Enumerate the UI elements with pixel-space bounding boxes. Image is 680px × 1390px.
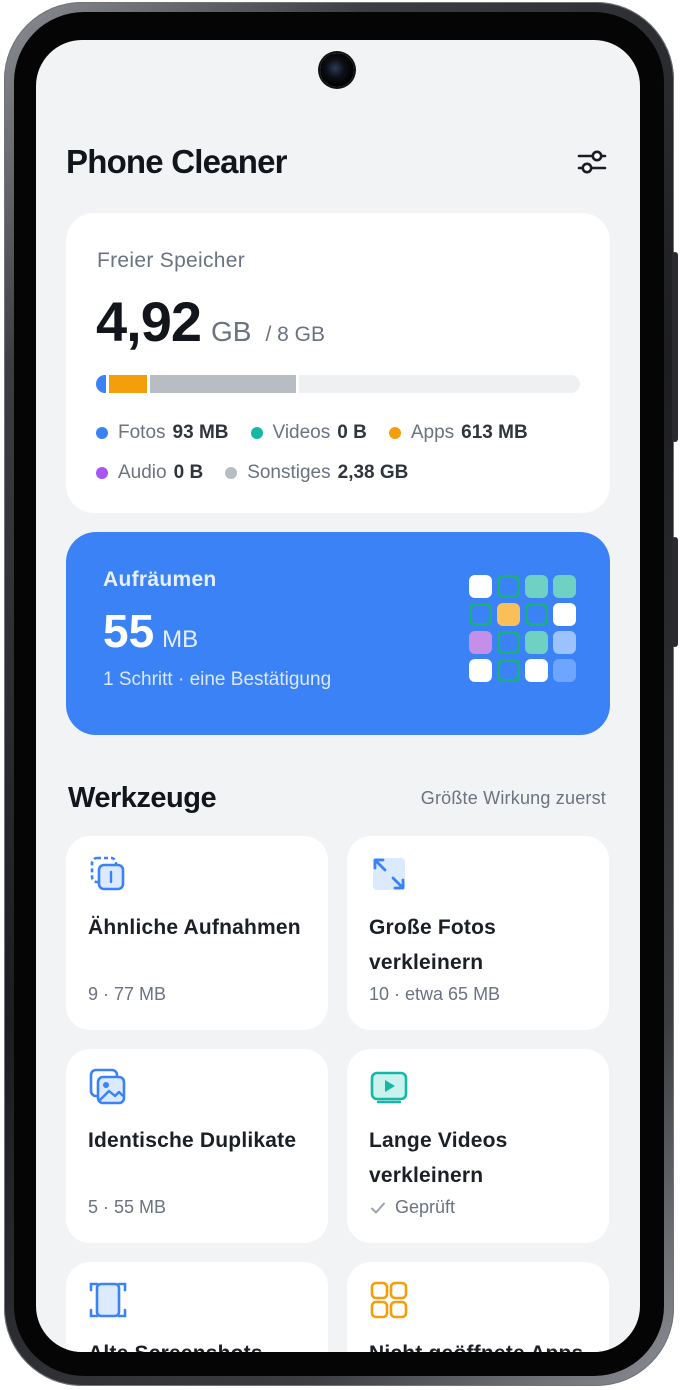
tool-name: Identische Duplikate (88, 1129, 297, 1152)
legend-value: 0 B (337, 422, 367, 443)
legend-item: Fotos 93 MB (96, 422, 229, 444)
resize-icon (369, 854, 409, 894)
storage-legend: Fotos 93 MB Videos 0 B Apps 613 MB Audio 0 B Son… (96, 413, 586, 493)
grid-tile (469, 603, 492, 626)
legend-value: 613 MB (461, 422, 528, 443)
grid-tile (469, 575, 492, 598)
free-amount: 4,92 (96, 290, 202, 353)
legend-name: Apps (410, 422, 455, 443)
tool-name: Lange Videos verkleinern (369, 1129, 508, 1187)
tool-meta: 5 · 55 MB (88, 1197, 167, 1217)
tool-meta: 9 · 77 MB (88, 984, 167, 1004)
grid-tile (525, 659, 548, 682)
legend-item: Videos 0 B (250, 422, 367, 444)
legend-item: Sonstiges 2,38 GB (225, 462, 408, 484)
storage-card[interactable]: Freier Speicher 4,92 GB / 8 GB Fotos 93 M… (66, 213, 610, 513)
cleanup-card[interactable]: Aufräumen 55 MB 1 Schritt · eine Bestäti… (66, 532, 610, 735)
grid-tile (553, 575, 576, 598)
cleanup-title: Aufräumen (103, 568, 217, 591)
front-camera (320, 53, 354, 87)
free-storage-value: 4,92 GB / 8 GB (96, 289, 325, 354)
storage-label: Freier Speicher (97, 249, 246, 272)
similar-photos-icon (88, 854, 128, 894)
legend-dot (250, 427, 263, 439)
tool-similar-photos[interactable]: Ähnliche Aufnahmen 9 · 77 MB (66, 836, 328, 1030)
grid-tile (469, 631, 492, 654)
legend-dot (225, 467, 238, 479)
legend-value: 2,38 GB (337, 462, 409, 483)
grid-tile (525, 603, 548, 626)
app-title: Phone Cleaner (66, 143, 287, 180)
legend-name: Fotos (118, 422, 166, 443)
grid-tile (553, 631, 576, 654)
legend-item: Audio 0 B (96, 462, 203, 484)
tool-duplicates[interactable]: Identische Duplikate 5 · 55 MB (66, 1049, 328, 1243)
tool-name: Große Fotos verkleinern (369, 916, 497, 974)
legend-name: Videos (272, 422, 331, 443)
legend-dot (388, 427, 401, 439)
screenshot-icon (88, 1280, 128, 1320)
legend-row: Fotos 93 MB Videos 0 B Apps 613 MB (96, 413, 586, 453)
video-icon (369, 1067, 409, 1107)
usage-segment-photos (96, 375, 106, 393)
grid-tile (497, 575, 520, 598)
tool-name: Ähnliche Aufnahmen (88, 916, 301, 939)
legend-name: Sonstiges (247, 462, 331, 483)
grid-tile (525, 631, 548, 654)
usage-segment-apps (108, 375, 148, 393)
photo-grid-illustration (469, 575, 579, 685)
legend-name: Audio (118, 462, 167, 483)
checkmark-icon (371, 1202, 385, 1213)
tool-unused-apps[interactable]: Nicht geöffnete Apps (347, 1262, 609, 1352)
cleanup-amount: 55 MB (103, 604, 198, 658)
screen: Phone Cleaner Freier Speicher 4,92 GB / … (36, 40, 640, 1352)
storage-usage-bar (96, 375, 580, 393)
total-storage: / 8 GB (265, 323, 325, 346)
legend-dot (96, 467, 108, 479)
legend-value: 93 MB (172, 422, 229, 443)
free-unit: GB (211, 316, 252, 347)
tools-sort-hint: Größte Wirkung zuerst (420, 788, 606, 808)
app-header: Phone Cleaner (66, 140, 610, 184)
legend-dot (96, 427, 108, 439)
apps-grid-icon (369, 1280, 409, 1320)
filter-settings-icon[interactable] (576, 146, 608, 178)
usage-segment-other (150, 375, 296, 393)
legend-value: 0 B (173, 462, 204, 483)
tool-meta: Geprüft (395, 1197, 456, 1217)
cleanup-amount-unit: MB (162, 626, 199, 653)
tool-resize-photos[interactable]: Große Fotos verkleinern 10 · etwa 65 MB (347, 836, 609, 1030)
tools-section-header: Werkzeuge Größte Wirkung zuerst (68, 778, 606, 818)
tool-name: Nicht geöffnete Apps (369, 1336, 599, 1352)
cleanup-subtitle: 1 Schritt · eine Bestätigung (103, 669, 332, 690)
tool-old-screenshots[interactable]: Alte Screenshots (66, 1262, 328, 1352)
grid-tile (553, 603, 576, 626)
legend-item: Apps 613 MB (388, 422, 528, 444)
volume-button (672, 252, 678, 442)
legend-row: Audio 0 B Sonstiges 2,38 GB (96, 453, 586, 493)
grid-tile (525, 575, 548, 598)
grid-tile (497, 603, 520, 626)
grid-tile (497, 631, 520, 654)
tool-meta-checked: Geprüft (369, 1197, 455, 1218)
power-button (672, 537, 678, 647)
tool-name: Alte Screenshots (88, 1336, 318, 1352)
tool-meta: 10 · etwa 65 MB (369, 984, 501, 1004)
duplicate-images-icon (88, 1067, 128, 1107)
grid-tile (553, 659, 576, 682)
grid-tile (497, 659, 520, 682)
tool-long-videos[interactable]: Lange Videos verkleinern Geprüft (347, 1049, 609, 1243)
usage-segment-gap (295, 375, 299, 393)
cleanup-amount-value: 55 (103, 605, 155, 657)
grid-tile (469, 659, 492, 682)
